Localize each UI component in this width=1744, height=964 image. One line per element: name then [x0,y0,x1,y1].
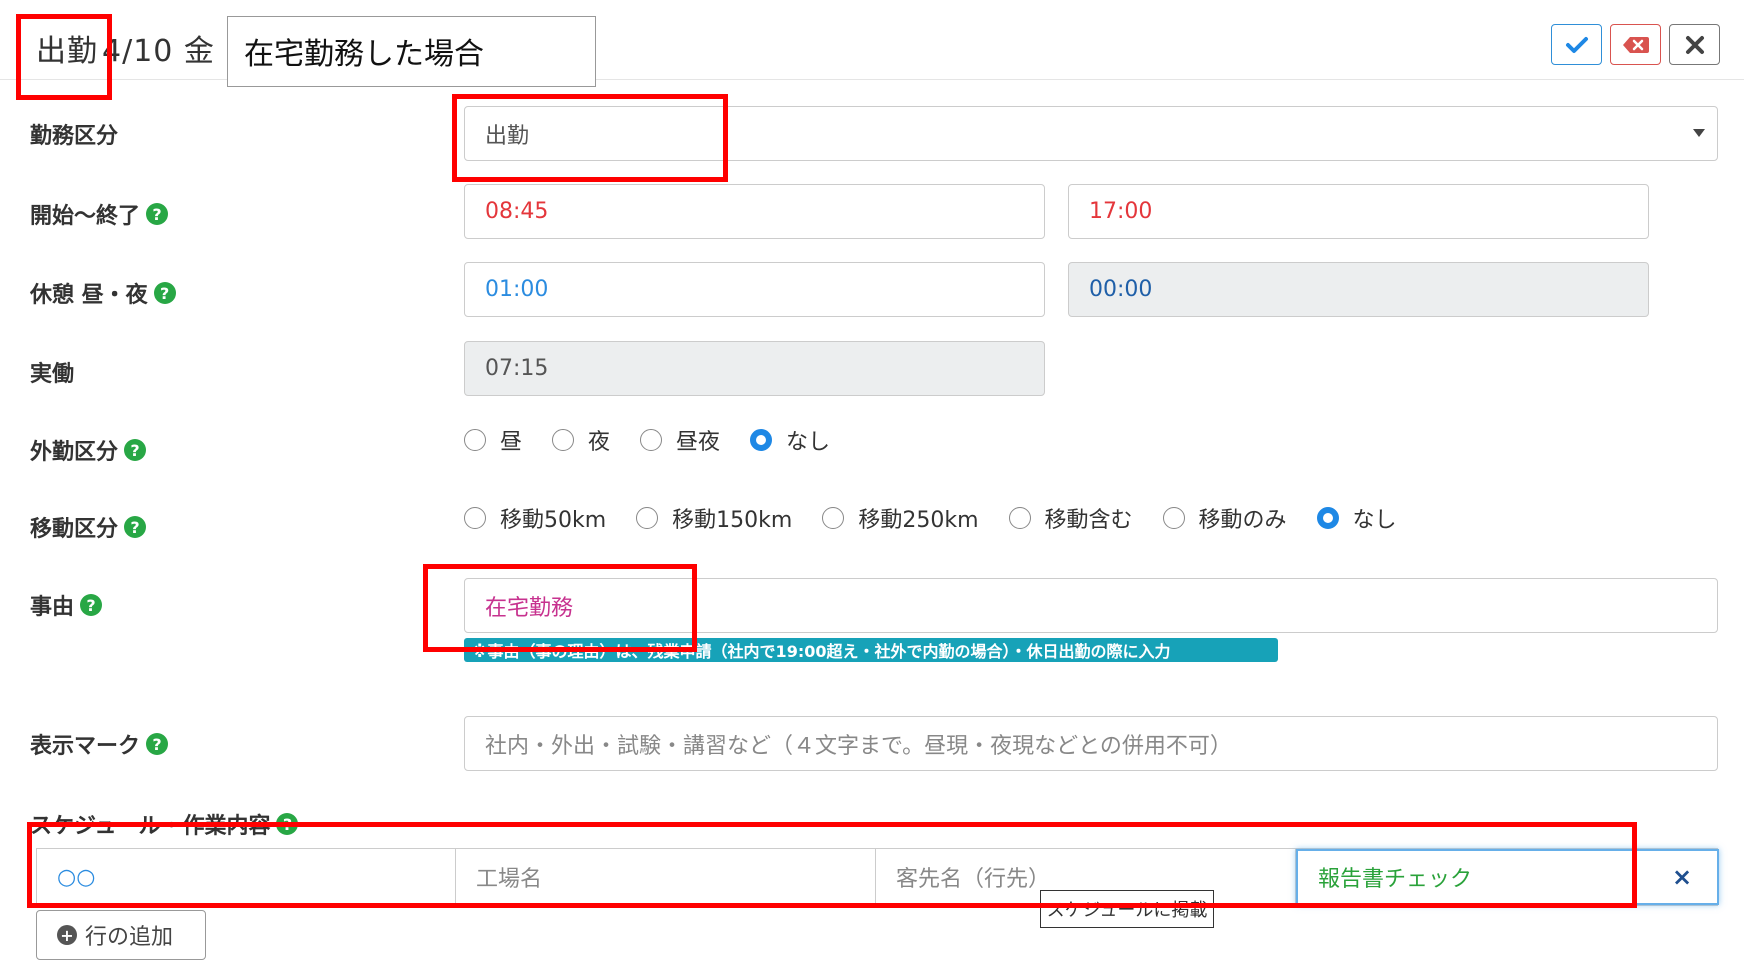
add-row-label: 行の追加 [85,925,174,950]
schedule-cell-task-value: 報告書チェック [1318,867,1473,892]
idou-label-text: 移動区分 [30,517,119,542]
kinmu-kubun-select[interactable]: 出勤 [464,106,1718,161]
remove-row-button[interactable]: × [1647,849,1717,905]
radio-icon[interactable] [822,507,845,529]
idou-radio-group: 移動50km 移動150km 移動250km 移動含む 移動のみ なし [464,502,1427,534]
close-icon: × [1671,863,1693,891]
radio-icon[interactable] [640,429,663,451]
help-icon[interactable]: ? [124,516,147,538]
header-kubun: 出勤 [36,34,98,69]
gaikin-option-label: 夜 [588,430,611,455]
radio-icon[interactable] [636,507,659,529]
plus-circle-icon: + [57,925,77,945]
annotation-note-box: 在宅勤務した場合 [227,16,596,87]
idou-option-label: 移動250km [858,508,979,533]
gaikin-option-daynight[interactable]: 昼夜 [640,424,720,456]
idou-option-250km[interactable]: 移動250km [822,502,979,534]
gaikin-option-label: 昼夜 [676,430,721,455]
gaikin-radio-group: 昼 夜 昼夜 なし [464,424,860,456]
schedule-cell-factory-placeholder: 工場名 [476,867,543,892]
start-end-label: 開始～終了 ? [30,198,169,230]
actual-work-value: 07:15 [485,356,549,381]
check-icon [1565,36,1588,53]
jiyuu-label-text: 事由 [30,595,75,620]
schedule-cell-name-value: ○○ [57,864,96,890]
gaikin-option-none[interactable]: なし [750,424,830,456]
mark-input[interactable]: 社内・外出・試験・講習など（４文字まで。昼現・夜現などとの併用不可） [464,716,1718,771]
break-night-value: 00:00 [1089,277,1153,302]
schedule-cell-name[interactable]: ○○ [37,849,456,905]
idou-option-none[interactable]: なし [1316,502,1397,534]
schedule-row: ○○ 工場名 客先名（行先） 報告書チェック × [36,848,1719,906]
actual-label-text: 実働 [30,362,75,387]
radio-selected-icon[interactable] [1316,507,1339,529]
break-night-input: 00:00 [1068,262,1649,317]
jiyuu-input[interactable]: 在宅勤務 [464,578,1718,633]
help-icon[interactable]: ? [153,282,176,304]
close-button[interactable] [1669,24,1720,65]
header-date: 4/10 金 [102,34,215,69]
radio-icon[interactable] [464,429,486,451]
edit-header: 出勤 4/10 金 在宅勤務した場合 [0,0,1744,87]
close-icon [1685,35,1704,54]
kinmu-kubun-label-text: 勤務区分 [30,124,119,149]
mark-label: 表示マーク ? [30,728,169,760]
end-time-value: 17:00 [1089,199,1153,224]
header-date-title: 出勤 4/10 金 [36,26,215,70]
caret-down-icon [1693,129,1705,137]
gaikin-label: 外勤区分 ? [30,434,147,466]
schedule-cell-factory[interactable]: 工場名 [456,849,876,905]
gaikin-label-text: 外勤区分 [30,440,119,465]
actual-label: 実働 [30,356,74,388]
end-time-input[interactable]: 17:00 [1068,184,1649,239]
help-icon[interactable]: ? [276,813,299,835]
gaikin-option-night[interactable]: 夜 [552,424,610,456]
help-icon[interactable]: ? [80,594,103,616]
jiyuu-value: 在宅勤務 [485,595,574,621]
start-end-label-text: 開始～終了 [30,204,141,229]
jiyuu-label: 事由 ? [30,589,103,621]
break-label: 休憩 昼・夜 ? [30,277,176,309]
radio-icon[interactable] [1008,507,1031,529]
idou-option-include[interactable]: 移動含む [1008,502,1133,534]
help-icon[interactable]: ? [146,203,169,225]
delete-button[interactable] [1610,24,1661,65]
help-icon[interactable]: ? [146,733,169,755]
break-day-input[interactable]: 01:00 [464,262,1045,317]
add-row-button[interactable]: + 行の追加 [36,910,206,960]
idou-option-label: 移動150km [672,508,793,533]
break-day-value: 01:00 [485,277,549,302]
radio-icon[interactable] [1162,507,1185,529]
help-icon[interactable]: ? [124,439,147,461]
idou-option-label: 移動含む [1044,508,1133,533]
break-label-text: 休憩 昼・夜 [30,283,148,308]
start-time-value: 08:45 [485,199,549,224]
start-time-input[interactable]: 08:45 [464,184,1045,239]
idou-option-only[interactable]: 移動のみ [1162,502,1287,534]
gaikin-option-day[interactable]: 昼 [464,424,522,456]
idou-label: 移動区分 ? [30,511,147,543]
gaikin-option-label: 昼 [500,430,523,455]
idou-option-label: 移動のみ [1198,508,1287,533]
save-button[interactable] [1551,24,1602,65]
kinmu-kubun-value: 出勤 [485,123,530,149]
schedule-tooltip: スケジュールに掲載 [1040,890,1214,928]
delete-icon [1622,36,1649,53]
idou-option-label: 移動50km [500,508,607,533]
schedule-label: スケジュール・作業内容 ? [30,808,299,840]
idou-option-50km[interactable]: 移動50km [464,502,606,534]
radio-icon[interactable] [464,507,486,529]
mark-placeholder: 社内・外出・試験・講習など（４文字まで。昼現・夜現などとの併用不可） [485,733,1232,759]
radio-icon[interactable] [552,429,575,451]
idou-option-label: なし [1352,508,1397,533]
radio-selected-icon[interactable] [750,429,773,451]
kinmu-kubun-label: 勤務区分 [30,118,118,150]
jiyuu-note: ※事由（事の理由）は、残業申請（社内で19:00超え・社外で内勤の場合）・休日出… [464,638,1278,662]
actual-work-field: 07:15 [464,341,1045,396]
idou-option-150km[interactable]: 移動150km [636,502,792,534]
schedule-label-text: スケジュール・作業内容 [30,814,271,839]
mark-label-text: 表示マーク [30,734,141,759]
gaikin-option-label: なし [786,430,831,455]
schedule-cell-client-placeholder: 客先名（行先） [896,867,1051,892]
